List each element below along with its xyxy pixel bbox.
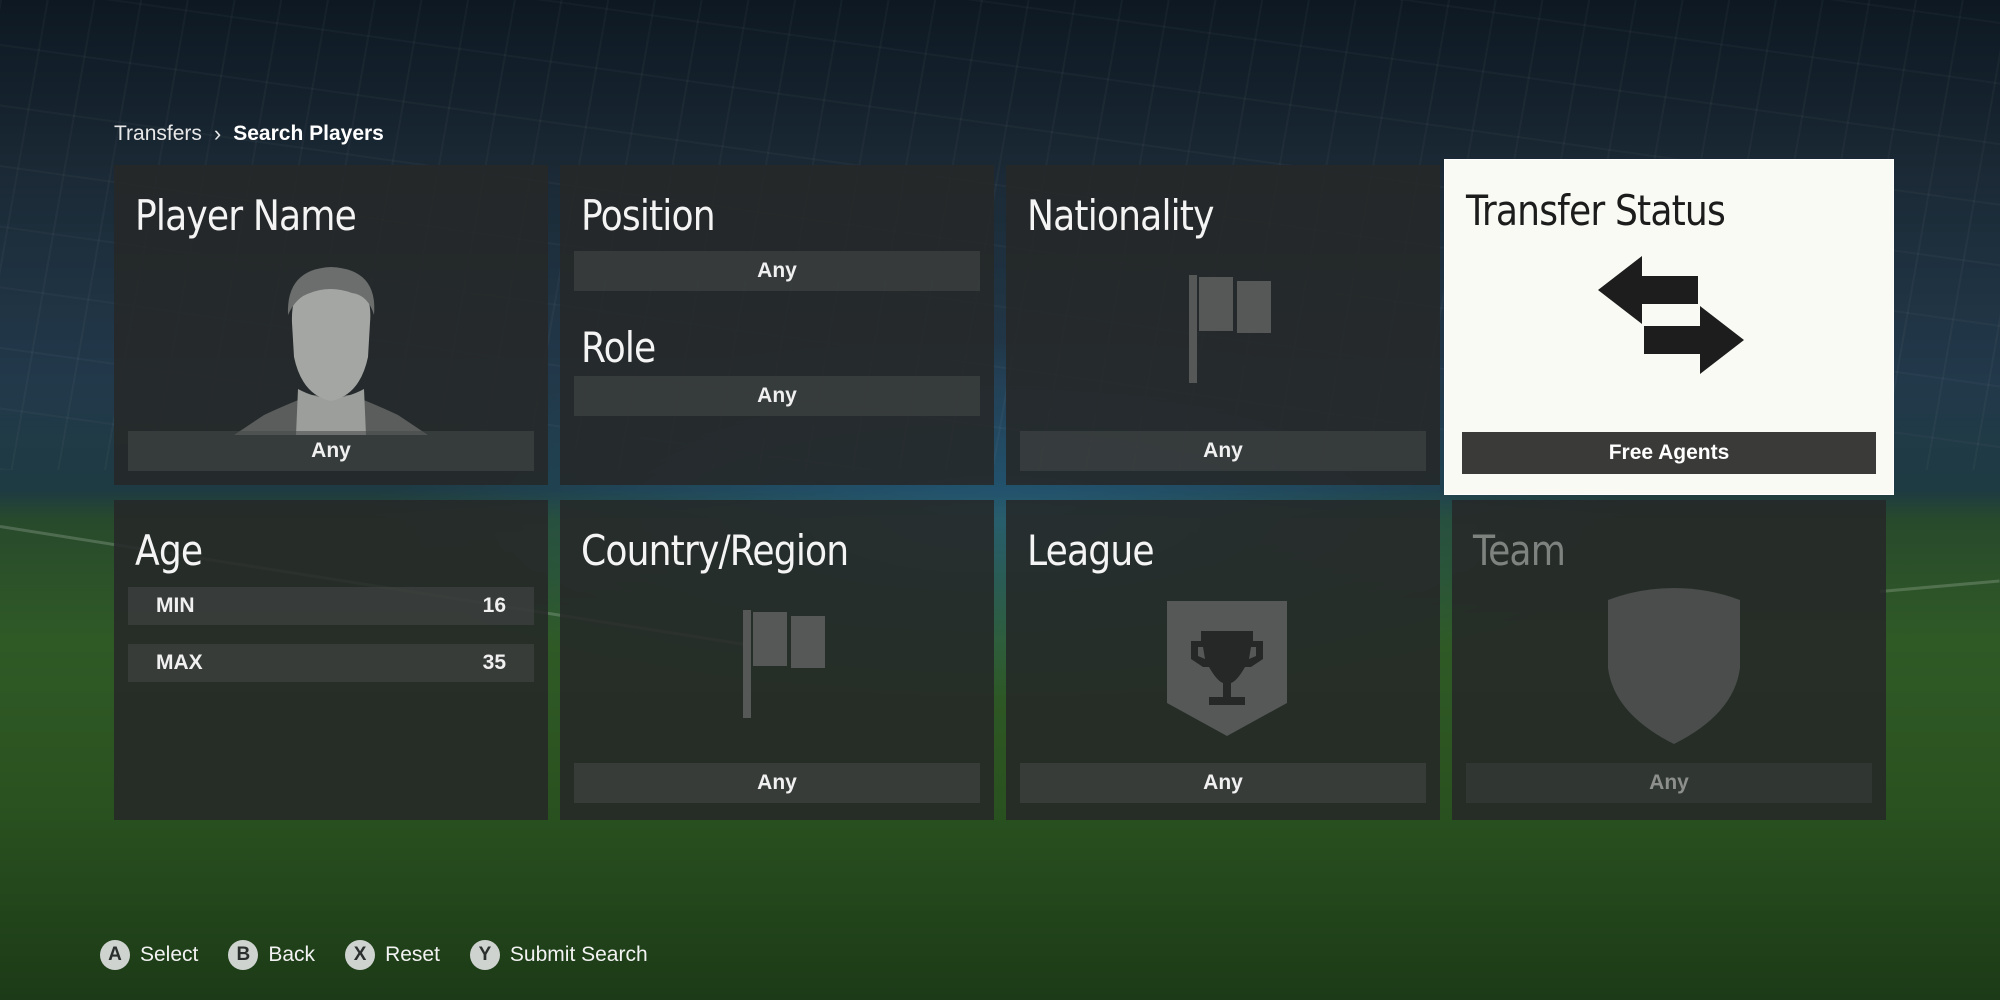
tile-player-name[interactable]: Player Name Any [114, 165, 548, 485]
league-value: Any [1020, 763, 1426, 803]
hint-label: Submit Search [509, 943, 648, 966]
chevron-right-icon: › [213, 121, 222, 146]
breadcrumb-transfers[interactable]: Transfers [114, 122, 202, 146]
tile-title: Team [1473, 526, 1566, 575]
age-min-value: 16 [482, 594, 506, 617]
age-max-row[interactable]: MAX 35 [128, 644, 534, 682]
age-max-value: 35 [482, 651, 506, 674]
tile-title: Transfer Status [1466, 186, 1726, 235]
tile-title: Country/Region [581, 526, 849, 575]
tile-title: Nationality [1027, 191, 1214, 240]
hint-label: Back [268, 943, 316, 966]
role-value[interactable]: Any [574, 376, 980, 416]
age-min-label: MIN [156, 594, 195, 617]
hint-label: Select [140, 943, 199, 966]
tile-title: Age [135, 526, 203, 575]
tile-country-region[interactable]: Country/Region Any [560, 500, 994, 820]
flag-icon [743, 610, 825, 718]
transfer-status-value: Free Agents [1462, 432, 1876, 474]
club-crest-icon [1608, 588, 1740, 744]
position-value[interactable]: Any [574, 251, 980, 291]
hint-label: Reset [385, 943, 440, 966]
player-name-value: Any [128, 431, 534, 471]
tile-title: League [1027, 526, 1155, 575]
y-button-icon: Y [469, 940, 500, 970]
age-min-row[interactable]: MIN 16 [128, 587, 534, 625]
hint-reset[interactable]: X Reset [345, 940, 440, 970]
tile-nationality[interactable]: Nationality Any [1006, 165, 1440, 485]
nationality-value: Any [1020, 431, 1426, 471]
breadcrumb: Transfers › Search Players [114, 121, 384, 147]
a-button-icon: A [100, 940, 130, 970]
hint-submit-search[interactable]: Y Submit Search [469, 940, 648, 970]
breadcrumb-search-players: Search Players [233, 122, 384, 145]
tile-position[interactable]: Position Any Role Any [560, 165, 994, 485]
swap-arrows-icon [1598, 256, 1744, 374]
player-silhouette-icon [234, 267, 428, 435]
age-max-label: MAX [156, 651, 203, 674]
flag-icon [1189, 275, 1271, 383]
country-region-value: Any [574, 763, 980, 803]
pitch-line [1879, 579, 2000, 593]
team-value: Any [1466, 763, 1872, 803]
footer-button-hints: A Select B Back X Reset Y Submit Search [100, 940, 648, 970]
tile-transfer-status[interactable]: Transfer Status Free Agents [1445, 160, 1893, 494]
x-button-icon: X [345, 940, 376, 970]
role-title: Role [581, 323, 656, 372]
tile-age[interactable]: Age MIN 16 MAX 35 [114, 500, 548, 820]
tile-title: Player Name [135, 191, 357, 240]
hint-select[interactable]: A Select [100, 940, 198, 970]
trophy-shield-icon [1167, 601, 1287, 736]
tile-team: Team Any [1452, 500, 1886, 820]
hint-back[interactable]: B Back [228, 940, 315, 970]
b-button-icon: B [228, 940, 259, 970]
tile-league[interactable]: League Any [1006, 500, 1440, 820]
tile-title: Position [581, 191, 716, 240]
